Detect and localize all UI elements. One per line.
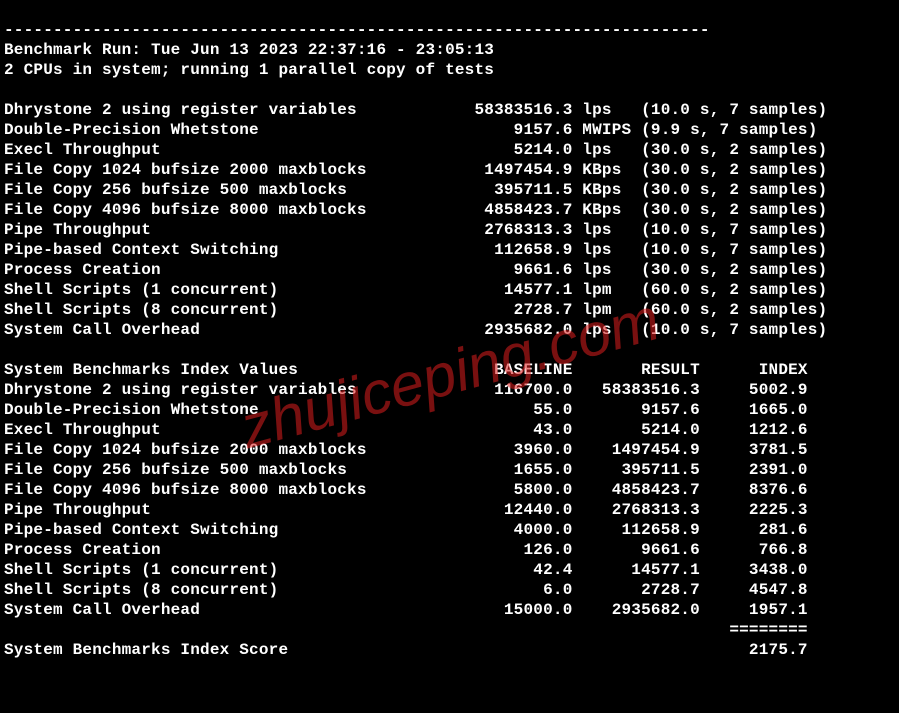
terminal-output: ----------------------------------------… [0, 16, 899, 660]
